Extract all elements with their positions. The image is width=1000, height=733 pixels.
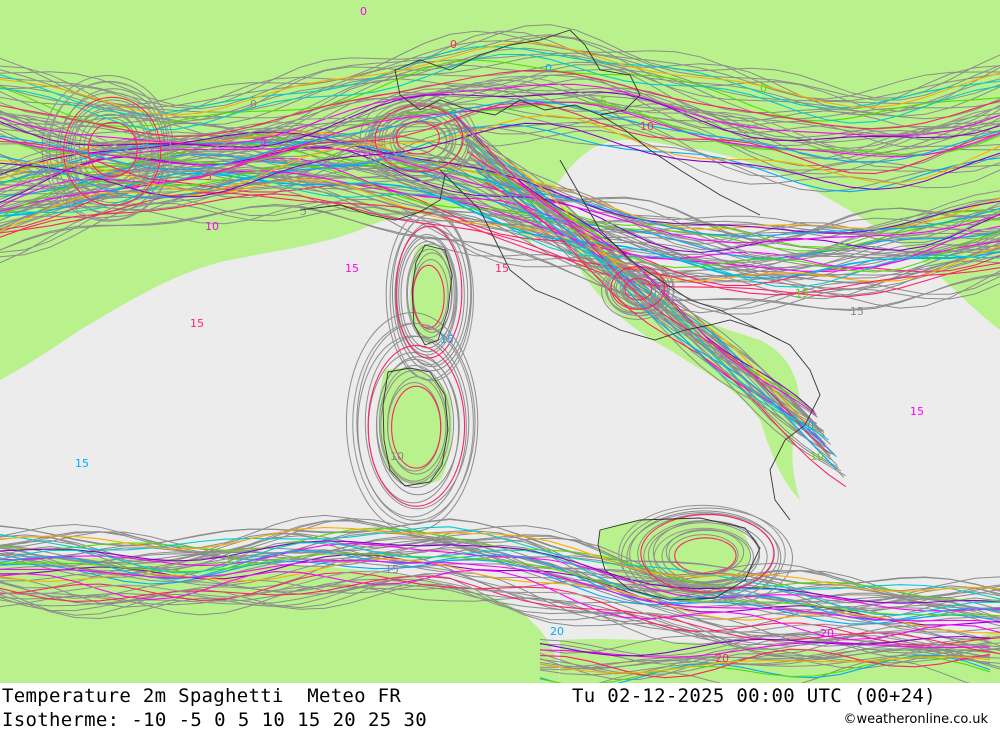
contour-value-label: 0 xyxy=(760,82,767,95)
isotherm-value: 5 xyxy=(237,709,250,731)
contour-value-label: 0 xyxy=(250,98,257,111)
contour-value-label: 0 xyxy=(545,62,552,75)
contour-value-label: 15 xyxy=(75,457,89,470)
isotherm-value: 10 xyxy=(261,709,286,731)
map-title: Temperature 2m Spaghetti Meteo FR xyxy=(2,685,402,707)
isotherm-label: Isotherme: xyxy=(2,709,120,731)
contour-value-label: 5 xyxy=(450,108,457,121)
contour-value-label: 15 xyxy=(910,405,924,418)
contour-value-label: 20 xyxy=(550,625,564,638)
contour-value-label: 15 xyxy=(850,305,864,318)
contour-value-label: 10 xyxy=(810,450,824,463)
isotherm-legend: Isotherme: -10 -5 0 5 10 15 20 25 30 xyxy=(2,709,427,731)
isotherm-value: -10 xyxy=(131,709,167,731)
contour-value-label: 15 xyxy=(440,333,454,346)
contour-value-label: 20 xyxy=(820,627,834,640)
isotherm-value: 20 xyxy=(332,709,357,731)
spaghetti-map: 0 0 0 0 0 5 5 5 5 5 10 10 10 10 10 15 15 15 15 15 15 15 15 15 15… xyxy=(0,0,1000,683)
map-panel: 0 0 0 0 0 5 5 5 5 5 10 10 10 10 10 15 15 15 15 15 15 15 15 15 15… xyxy=(0,0,1000,683)
contour-value-label: 15 xyxy=(225,553,239,566)
contour-value-label: 5 xyxy=(600,95,607,108)
contour-value-label: 20 xyxy=(715,652,729,665)
contour-value-label: 15 xyxy=(345,262,359,275)
contour-value-label: 10 xyxy=(205,220,219,233)
contour-value-label: 5 xyxy=(300,205,307,218)
isotherm-value: 25 xyxy=(368,709,392,731)
contour-value-label: 15 xyxy=(385,563,399,576)
contour-value-label: 0 xyxy=(360,5,367,18)
contour-value-label: 15 xyxy=(190,317,204,330)
contour-value-label: 5 xyxy=(260,135,267,148)
contour-value-label: 5 xyxy=(205,170,212,183)
contour-value-label: 10 xyxy=(640,120,654,133)
credit-link[interactable]: ©weatheronline.co.uk xyxy=(843,712,988,727)
contour-value-label: 15 xyxy=(495,262,509,275)
contour-value-label: 15 xyxy=(795,287,809,300)
isotherm-value: 30 xyxy=(403,709,428,731)
map-footer: Temperature 2m Spaghetti Meteo FR Tu 02-… xyxy=(0,683,1000,733)
contour-value-label: 10 xyxy=(390,450,404,463)
contour-value-label: 0 xyxy=(450,38,457,51)
run-datetime: Tu 02-12-2025 00:00 UTC (00+24) xyxy=(572,685,936,707)
contour-value-label: 10 xyxy=(800,420,814,433)
isotherm-value: -5 xyxy=(178,709,203,731)
isotherm-value: 15 xyxy=(297,709,321,731)
isotherm-value: 0 xyxy=(214,709,226,731)
